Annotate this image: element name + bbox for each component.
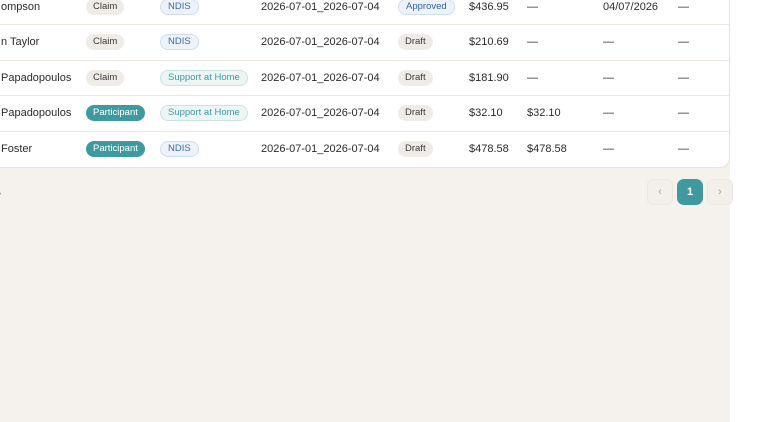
invoice-type-badge: Participant	[86, 140, 145, 157]
amount-cell: $436.95	[469, 0, 509, 13]
funding-badge: NDIS	[160, 0, 199, 15]
date-cell: —	[603, 71, 614, 84]
extra-cell: —	[678, 71, 689, 84]
participant-name-cell: Foster	[1, 142, 33, 155]
page-1-button[interactable]: 1	[677, 179, 703, 205]
period-cell: 2026-07-01_2026-07-04	[261, 107, 380, 119]
paid-cell: $478.58	[527, 142, 567, 155]
extra-cell: —	[678, 0, 689, 13]
extra-cell: —	[678, 36, 689, 48]
next-page-button[interactable]: ›	[707, 179, 733, 205]
right-panel-edge	[730, 0, 767, 422]
invoice-type-badge: Participant	[86, 105, 145, 121]
period-cell: 2026-07-01_2026-07-04	[261, 36, 380, 48]
paid-cell: $32.10	[527, 107, 561, 119]
amount-cell: $478.58	[469, 142, 509, 155]
period-cell: 2026-07-01_2026-07-04	[261, 142, 380, 155]
invoice-type-cell: Claim	[86, 0, 125, 24]
paid-cell: —	[527, 36, 538, 48]
funding-badge: Support at Home	[160, 69, 248, 86]
chevron-left-icon: ‹	[658, 186, 662, 198]
status-badge: Draft	[398, 69, 433, 86]
funding-badge: Support at Home	[160, 105, 248, 121]
table-row[interactable]: Foster Participant NDIS 2026-07-01_2026-07-…	[0, 131, 729, 166]
funding-cell: NDIS	[160, 25, 199, 60]
funding-badge: NDIS	[160, 34, 199, 50]
funding-cell: Support at Home	[160, 96, 248, 131]
table-row[interactable]: n Taylor Claim NDIS 2026-07-01_2026-07-04 Dr…	[0, 25, 729, 61]
invoice-type-badge: Claim	[86, 34, 125, 50]
participant-name-cell: Papadopoulos	[1, 71, 72, 84]
period-cell: 2026-07-01_2026-07-04	[261, 71, 380, 84]
chevron-right-icon: ›	[718, 186, 722, 198]
status-cell: Draft	[398, 96, 433, 131]
date-cell: —	[603, 107, 614, 119]
table-row[interactable]: Papadopoulos Participant Support at Home 20…	[0, 96, 729, 132]
pagination: ‹ 1 ›	[647, 179, 733, 205]
paid-cell: —	[527, 0, 538, 13]
date-cell: —	[603, 36, 614, 48]
left-edge-glyph: ›	[0, 188, 2, 199]
invoices-table: ompson Claim NDIS 2026-07-01_2026-07-04 Appr…	[0, 0, 730, 168]
table-row[interactable]: Papadopoulos Claim Support at Home 2026-07-…	[0, 60, 729, 96]
status-badge: Approved	[398, 0, 455, 15]
funding-cell: NDIS	[160, 131, 199, 166]
extra-cell: —	[678, 107, 689, 119]
status-badge: Draft	[398, 105, 433, 121]
amount-cell: $181.90	[469, 71, 509, 84]
paid-cell: —	[527, 71, 538, 84]
invoice-type-cell: Participant	[86, 131, 145, 166]
invoice-type-cell: Participant	[86, 96, 145, 131]
invoice-type-badge: Claim	[86, 69, 125, 86]
funding-cell: Support at Home	[160, 60, 248, 95]
invoice-type-badge: Claim	[86, 0, 125, 15]
status-cell: Approved	[398, 0, 455, 24]
invoice-type-cell: Claim	[86, 25, 125, 60]
invoice-type-cell: Claim	[86, 60, 125, 95]
date-cell: —	[603, 142, 614, 155]
amount-cell: $32.10	[469, 107, 503, 119]
status-cell: Draft	[398, 25, 433, 60]
table-row[interactable]: ompson Claim NDIS 2026-07-01_2026-07-04 Appr…	[0, 0, 729, 25]
status-cell: Draft	[398, 60, 433, 95]
participant-name-cell: n Taylor	[1, 36, 40, 48]
funding-cell: NDIS	[160, 0, 199, 24]
participant-name-cell: ompson	[1, 0, 41, 13]
extra-cell: —	[678, 142, 689, 155]
participant-name-cell: Papadopoulos	[1, 107, 72, 119]
date-cell: 04/07/2026	[603, 0, 659, 13]
amount-cell: $210.69	[469, 36, 509, 48]
status-badge: Draft	[398, 34, 433, 50]
status-badge: Draft	[398, 140, 433, 157]
prev-page-button[interactable]: ‹	[647, 179, 673, 205]
period-cell: 2026-07-01_2026-07-04	[261, 0, 380, 13]
status-cell: Draft	[398, 131, 433, 166]
funding-badge: NDIS	[160, 140, 199, 157]
